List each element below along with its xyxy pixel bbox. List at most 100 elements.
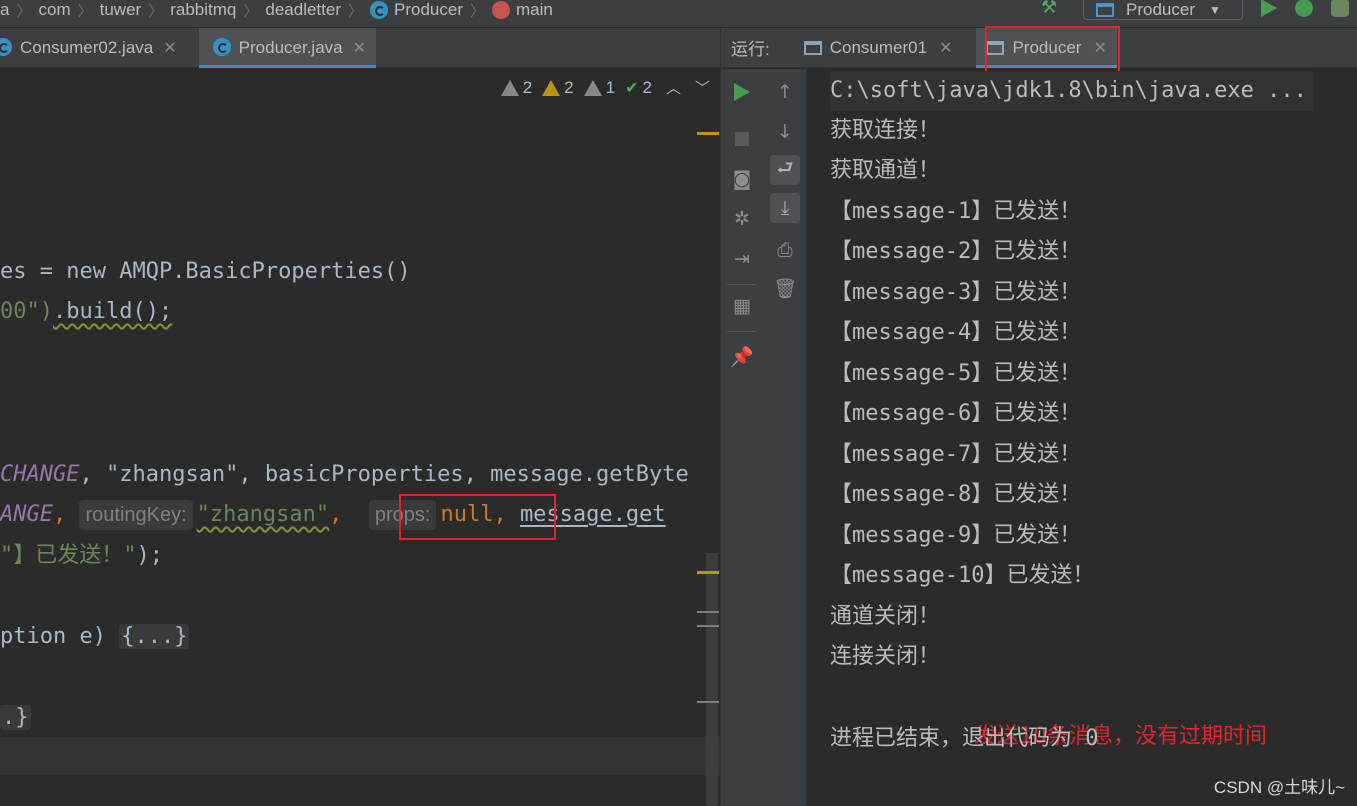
warning-count-value: 2	[564, 77, 574, 97]
error-stripe-mark[interactable]	[697, 132, 719, 135]
breadcrumb-method-label: main	[516, 0, 553, 19]
code-line: CHANGE, "zhangsan", basicProperties, mes…	[0, 455, 689, 495]
breadcrumb-item[interactable]: com	[31, 0, 77, 20]
caret-line-highlight	[0, 737, 720, 775]
class-icon	[0, 38, 12, 56]
close-icon[interactable]: ✕	[353, 38, 366, 58]
pin-icon[interactable]: 📌	[727, 341, 757, 371]
application-icon	[803, 40, 822, 55]
console-line: 【message-2】已发送！	[830, 239, 1082, 264]
run-toolbar-secondary: ↑ ↓ ⮐ ⤓ ⎙ 🗑	[763, 69, 807, 806]
code-line: "】已发送！");	[0, 536, 163, 576]
console-line: 【message-9】已发送！	[830, 523, 1082, 548]
weak-warning-count[interactable]: 1	[583, 77, 616, 98]
rerun-icon[interactable]	[727, 77, 757, 107]
error-stripe-mark[interactable]	[697, 611, 719, 613]
breadcrumb-item[interactable]: rabbitmq	[163, 0, 243, 20]
breadcrumb-class[interactable]: Producer	[363, 0, 470, 20]
check-icon: ✔	[625, 79, 639, 97]
console-line: 【message-8】已发送！	[830, 482, 1082, 507]
code-line: ANGE, routingKey: "zhangsan", props: null,…	[0, 495, 666, 535]
breadcrumb-method[interactable]: main	[485, 0, 560, 20]
code-line: 00").build();	[0, 292, 172, 332]
run-icon[interactable]	[1261, 0, 1277, 17]
layout-icon[interactable]: ▦	[727, 291, 757, 321]
soft-wrap-icon[interactable]: ⮐	[770, 155, 800, 185]
navigation-bar: a 〉 com 〉 tuwer 〉 rabbitmq 〉 deadletter …	[0, 0, 1357, 28]
code-text: ption e)	[0, 624, 120, 649]
console-exit-line: 进程已结束，退出代码为 0	[830, 726, 1099, 751]
code-line: es = new AMQP.BasicProperties()	[0, 252, 411, 292]
error-stripe-mark[interactable]	[697, 571, 719, 574]
trash-icon[interactable]: 🗑	[770, 273, 800, 303]
chevron-right-icon: 〉	[148, 2, 164, 20]
chevron-right-icon: 〉	[16, 2, 32, 20]
chevron-right-icon: 〉	[348, 2, 364, 20]
scroll-to-end-icon[interactable]: ⤓	[770, 193, 800, 223]
chevron-right-icon: 〉	[77, 2, 93, 20]
next-highlight-icon[interactable]: ﹀	[695, 77, 710, 98]
typo-count[interactable]: ✔ 2	[625, 78, 652, 98]
warning-count-value: 2	[522, 77, 533, 97]
warning-count[interactable]: 2	[500, 77, 533, 98]
console-line: 【message-3】已发送！	[830, 280, 1082, 305]
debug-icon[interactable]	[1295, 0, 1313, 17]
print-icon[interactable]: ⎙	[770, 235, 800, 265]
console-line: 【message-5】已发送！	[830, 361, 1082, 386]
close-icon[interactable]: ✕	[939, 38, 952, 58]
chevron-right-icon: 〉	[470, 2, 486, 20]
exit-icon[interactable]: ⇥	[727, 244, 757, 274]
arrow-up-icon[interactable]: ↑	[770, 77, 800, 107]
folded-code-block[interactable]: {...}	[119, 624, 190, 649]
breadcrumb-item[interactable]: a	[0, 0, 16, 20]
run-tool-header: 运行: Consumer01 ✕ Producer ✕	[721, 26, 1357, 76]
run-tool-window: 运行: Consumer01 ✕ Producer ✕ ◙ ✲ ⇥ ▦ 📌 ↑ …	[720, 26, 1357, 806]
run-configuration-label: Producer	[1126, 0, 1195, 19]
run-tab-consumer01[interactable]: Consumer01 ✕	[794, 28, 963, 68]
arrow-down-icon[interactable]: ↓	[770, 117, 800, 147]
console-line: 获取连接！	[830, 118, 941, 143]
error-stripe-mark[interactable]	[697, 625, 719, 627]
console-line: 连接关闭！	[830, 644, 941, 669]
breadcrumb-item[interactable]: deadletter	[258, 0, 348, 20]
editor-tab-producer[interactable]: Producer.java ✕	[198, 28, 377, 68]
stop-icon[interactable]	[727, 124, 757, 154]
previous-highlight-icon[interactable]: ︿	[666, 77, 681, 98]
warning-icon	[542, 79, 561, 96]
console-line: 【message-7】已发送！	[830, 442, 1082, 467]
console-output[interactable]: C:\soft\java\jdk1.8\bin\java.exe ... 获取连…	[808, 69, 1357, 806]
class-icon	[370, 0, 389, 19]
highlight-box-props-null	[399, 494, 556, 540]
error-stripe-mark[interactable]	[697, 701, 719, 703]
toolbar-divider	[727, 331, 757, 332]
code-text: , "zhangsan", basicProperties, message.g…	[79, 462, 689, 487]
code-text: es = new AMQP.BasicProperties()	[0, 259, 411, 284]
breadcrumb: a 〉 com 〉 tuwer 〉 rabbitmq 〉 deadletter …	[0, 0, 560, 20]
watermark: CSDN @土味儿~	[1213, 778, 1345, 797]
code-constant: CHANGE	[0, 462, 80, 487]
code-punct: ,	[52, 502, 80, 527]
editor-scrollbar[interactable]	[706, 553, 718, 806]
build-hammer-icon[interactable]: ⚒	[1041, 0, 1063, 20]
folded-code-block[interactable]: .}	[0, 705, 31, 730]
code-line: .}	[0, 698, 31, 738]
console-line: C:\soft\java\jdk1.8\bin\java.exe ...	[830, 71, 1313, 111]
breadcrumb-item[interactable]: tuwer	[93, 0, 149, 20]
code-constant: ANGE	[0, 502, 53, 527]
editor-tab-consumer02[interactable]: Consumer02.java ✕	[0, 28, 187, 68]
run-tab-label: Consumer01	[829, 37, 928, 57]
coverage-icon[interactable]	[1331, 0, 1349, 17]
weak-warning-count-value: 1	[605, 77, 616, 97]
run-configuration-select[interactable]: Producer ▼	[1083, 0, 1243, 20]
inspection-widget[interactable]: 2 2 1 ✔ 2 ︿ ﹀	[491, 77, 710, 98]
close-icon[interactable]: ✕	[163, 38, 176, 58]
method-icon	[492, 0, 511, 19]
settings-gear-icon[interactable]: ✲	[727, 204, 757, 234]
parameter-hint: routingKey:	[79, 500, 193, 530]
warning-count[interactable]: 2	[542, 77, 574, 98]
breadcrumb-class-label: Producer	[394, 0, 463, 19]
console-line: 【message-6】已发送！	[830, 401, 1082, 426]
code-editor[interactable]: 2 2 1 ✔ 2 ︿ ﹀ es = new AMQP.BasicProperti…	[0, 69, 720, 806]
editor-tab-bar: Consumer02.java ✕ Producer.java ✕	[0, 28, 720, 68]
camera-icon[interactable]: ◙	[727, 164, 757, 194]
